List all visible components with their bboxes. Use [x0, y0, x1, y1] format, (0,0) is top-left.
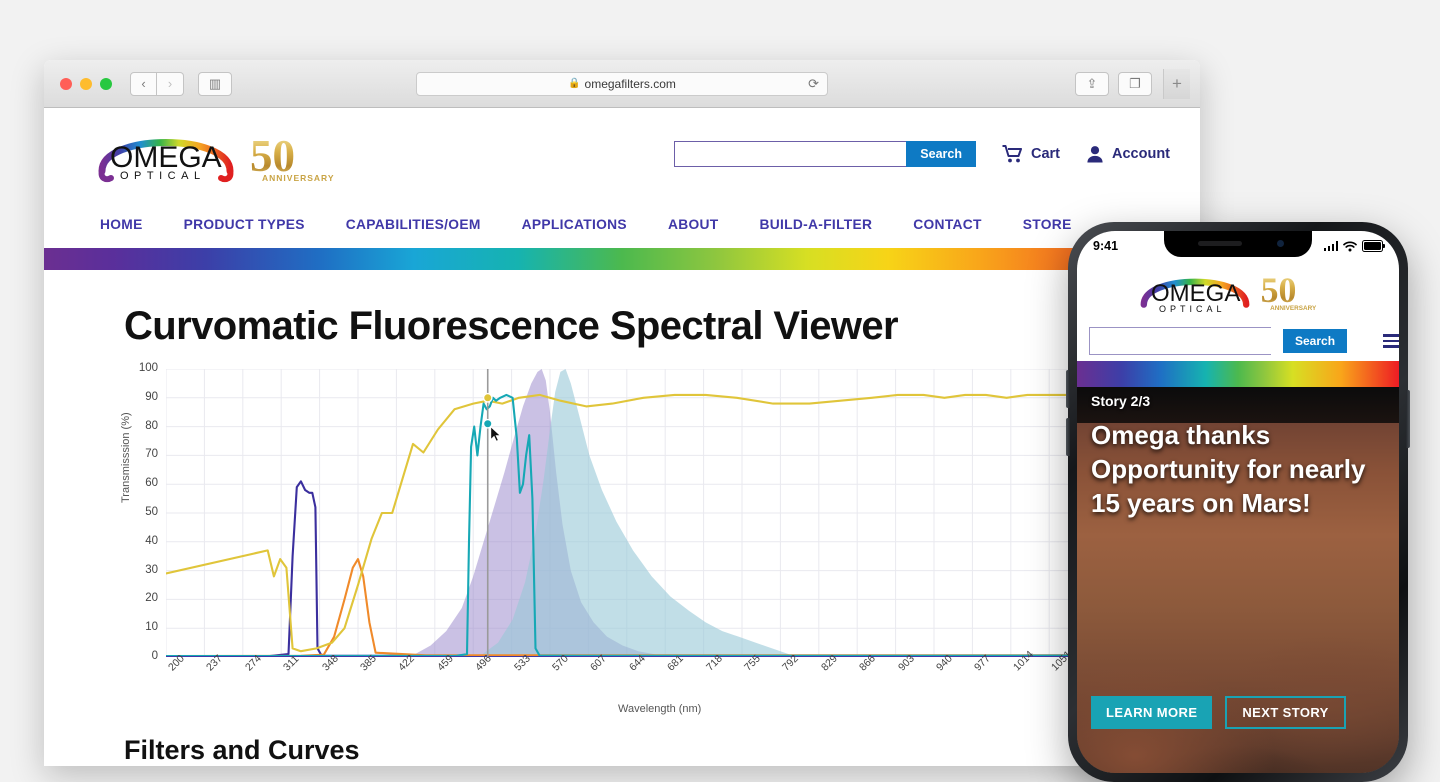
hamburger-menu-icon[interactable] [1383, 334, 1399, 348]
tabs-overview-icon[interactable]: ❐ [1118, 71, 1152, 96]
search-button[interactable]: Search [906, 141, 976, 167]
main-navigation: HOME PRODUCT TYPES CAPABILITIES/OEM APPL… [44, 200, 1200, 248]
status-icons [1323, 240, 1386, 252]
close-window-button[interactable] [60, 77, 72, 90]
navigation-buttons[interactable]: ‹ › [130, 71, 184, 96]
y-tick-label: 70 [145, 448, 158, 461]
reload-icon[interactable]: ⟳ [808, 76, 819, 92]
nav-item-product-types[interactable]: PRODUCT TYPES [184, 217, 305, 232]
y-axis-ticks: 0 10 20 30 40 50 60 70 80 90 100 [130, 362, 158, 662]
phone-frame: 9:41 OMEGA OPTICAL 50 ANNIVERSARY Search… [1066, 222, 1410, 782]
y-tick-label: 40 [145, 534, 158, 547]
account-icon [1087, 146, 1103, 163]
x-axis-ticks: 200 237 274 311 348 385 422 459 496 533 570 607 644 6… [166, 648, 1150, 705]
battery-icon [1362, 240, 1386, 252]
nav-item-applications[interactable]: APPLICATIONS [522, 217, 627, 232]
svg-text:ANNIVERSARY: ANNIVERSARY [262, 173, 335, 183]
share-icon[interactable]: ⇪ [1075, 71, 1109, 96]
y-tick-label: 0 [151, 650, 158, 662]
section-heading: Filters and Curves [124, 735, 360, 765]
sidebar-toggle-icon[interactable]: ▥ [198, 71, 232, 96]
cart-link[interactable]: Cart [1002, 145, 1060, 163]
page-body: Curvomatic Fluorescence Spectral Viewer … [44, 304, 1200, 766]
x-axis-title: Wavelength (nm) [618, 703, 702, 715]
spectral-chart[interactable]: Transmisssion (%) 0 10 20 30 40 50 60 70 80 90 100… [120, 362, 1150, 721]
window-traffic-lights[interactable] [60, 77, 112, 90]
wifi-icon [1343, 240, 1357, 251]
y-tick-label: 80 [145, 419, 158, 432]
maximize-window-button[interactable] [100, 77, 112, 90]
site-header: OMEGA OPTICAL 50 ANNIVERSARY Search Cart… [44, 108, 1200, 200]
chart-plot-area[interactable] [166, 369, 1126, 657]
page-title: Curvomatic Fluorescence Spectral Viewer [124, 304, 899, 348]
address-bar[interactable]: 🔒 omegafilters.com ⟳ [416, 71, 828, 96]
nav-item-contact[interactable]: CONTACT [913, 217, 982, 232]
learn-more-button[interactable]: LEARN MORE [1091, 696, 1213, 729]
minimize-window-button[interactable] [80, 77, 92, 90]
forward-icon[interactable]: › [157, 71, 184, 96]
nav-item-store[interactable]: STORE [1023, 217, 1072, 232]
story-headline: Omega thanks Opportunity for nearly 15 y… [1091, 420, 1366, 518]
account-link[interactable]: Account [1086, 145, 1170, 163]
omega-logo-mark: OMEGA OPTICAL [96, 123, 236, 185]
url-text: omegafilters.com [584, 76, 676, 91]
nav-item-about[interactable]: ABOUT [668, 217, 719, 232]
signal-bars-icon [1323, 241, 1338, 251]
toolbar-right-group: ⇪ ❐ + [1075, 68, 1190, 99]
browser-toolbar: ‹ › ▥ 🔒 omegafilters.com ⟳ ⇪ ❐ + [44, 60, 1200, 108]
svg-text:ANNIVERSARY: ANNIVERSARY [1270, 305, 1317, 312]
phone-hero-story: Story 2/3 Omega thanks Opportunity for n… [1077, 387, 1399, 773]
phone-mockup: 9:41 OMEGA OPTICAL 50 ANNIVERSARY Search… [1066, 222, 1424, 782]
browser-window: ‹ › ▥ 🔒 omegafilters.com ⟳ ⇪ ❐ + OMEGA O… [44, 60, 1200, 766]
search-input[interactable] [674, 141, 907, 167]
power-button[interactable] [1406, 390, 1410, 448]
status-time: 9:41 [1093, 239, 1119, 253]
header-utility-group: Search Cart Account [674, 141, 1200, 167]
story-actions: LEARN MORE NEXT STORY [1091, 696, 1346, 729]
site-search[interactable]: Search [674, 141, 976, 167]
story-counter-badge: Story 2/3 [1091, 393, 1151, 409]
y-tick-label: 10 [145, 621, 158, 634]
phone-status-bar: 9:41 [1077, 231, 1399, 261]
logo-subwordmark: OPTICAL [120, 170, 206, 182]
y-tick-label: 30 [145, 563, 158, 576]
nav-item-capabilities-oem[interactable]: CAPABILITIES/OEM [346, 217, 481, 232]
cart-icon [1002, 145, 1022, 163]
y-tick-label: 60 [145, 477, 158, 490]
phone-spectrum-divider [1077, 361, 1399, 387]
nav-item-home[interactable]: HOME [100, 217, 143, 232]
y-tick-label: 50 [145, 506, 158, 518]
y-tick-label: 90 [145, 390, 158, 403]
back-icon[interactable]: ‹ [130, 71, 157, 96]
account-label: Account [1112, 146, 1170, 162]
phone-bezel: 9:41 OMEGA OPTICAL 50 ANNIVERSARY Search… [1077, 231, 1399, 773]
phone-logo-subwordmark: OPTICAL [1159, 304, 1226, 314]
phone-search-row: Search [1077, 321, 1399, 361]
lock-icon: 🔒 [568, 78, 581, 89]
anniversary-badge: 50 ANNIVERSARY [248, 129, 346, 185]
phone-omega-logo-mark: OMEGA OPTICAL [1139, 266, 1251, 316]
nav-item-build-a-filter[interactable]: BUILD-A-FILTER [760, 217, 873, 232]
phone-logo[interactable]: OMEGA OPTICAL 50 ANNIVERSARY [1077, 261, 1399, 321]
volume-down-button[interactable] [1066, 418, 1070, 456]
next-story-button[interactable]: NEXT STORY [1225, 696, 1346, 729]
y-tick-label: 100 [138, 362, 158, 374]
phone-search-button[interactable]: Search [1283, 329, 1348, 353]
phone-search-input[interactable] [1089, 327, 1271, 355]
anniversary-50-icon: 50 ANNIVERSARY [250, 131, 335, 183]
new-tab-button[interactable]: + [1163, 68, 1190, 99]
spectrum-divider [44, 248, 1200, 270]
phone-anniversary-50-icon: 50 ANNIVERSARY [1261, 270, 1317, 312]
y-tick-label: 20 [145, 592, 158, 605]
phone-screen: 9:41 OMEGA OPTICAL 50 ANNIVERSARY Search… [1077, 231, 1399, 773]
volume-up-button[interactable] [1066, 370, 1070, 408]
omega-optical-logo[interactable]: OMEGA OPTICAL 50 ANNIVERSARY [96, 123, 346, 185]
cart-label: Cart [1030, 146, 1060, 162]
svg-text:50: 50 [1261, 270, 1297, 310]
